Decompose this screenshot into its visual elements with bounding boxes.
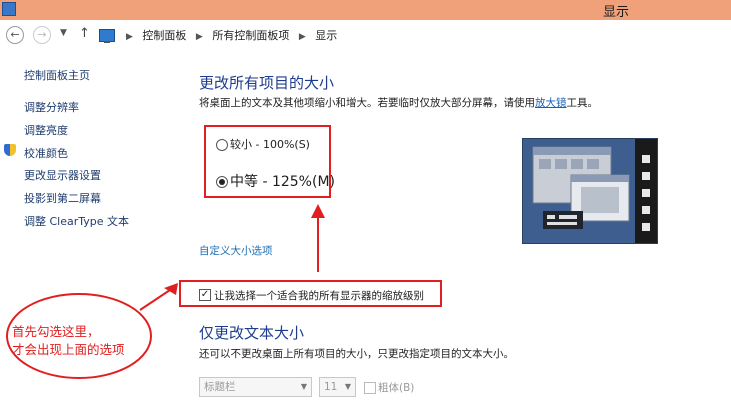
annotation-arrow-up-head: [311, 204, 325, 218]
annotation-line-1: 首先勾选这里，: [12, 324, 100, 339]
annotation-line-2: 才会出现上面的选项: [12, 342, 125, 357]
annotation-text: 首先勾选这里， 才会出现上面的选项: [12, 323, 125, 359]
annotation-arrow-line: [139, 289, 171, 311]
